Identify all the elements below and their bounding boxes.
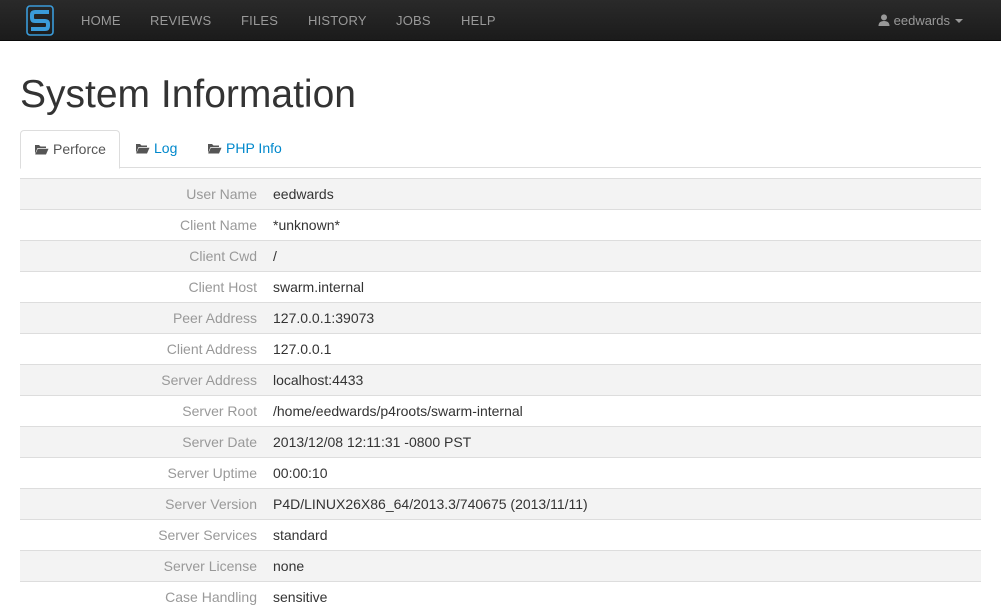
nav-jobs[interactable]: JOBS: [396, 0, 431, 41]
tab-php-info[interactable]: PHP Info: [194, 130, 295, 168]
swarm-logo[interactable]: [26, 5, 54, 36]
tab-label: Perforce: [53, 141, 106, 157]
table-row: Client Name *unknown*: [20, 209, 981, 240]
info-value: standard: [273, 527, 328, 543]
nav-reviews[interactable]: REVIEWS: [150, 0, 211, 41]
tab-bar: Perforce Log PHP Info: [20, 130, 981, 169]
info-label: User Name: [186, 186, 257, 202]
table-row: Server Root/home/eedwards/p4roots/swarm-…: [20, 395, 981, 426]
tab-label: PHP Info: [226, 140, 282, 156]
table-row: Case Handling sensitive: [20, 581, 981, 612]
system-info-table: User Name eedwards Client Name *unknown* Cli…: [20, 178, 981, 612]
tab-log[interactable]: Log: [122, 130, 190, 168]
nav-files[interactable]: FILES: [241, 0, 278, 41]
folder-open-icon: [136, 144, 150, 154]
folder-open-icon: [208, 144, 222, 154]
info-label: Case Handling: [165, 589, 257, 605]
info-value: 00:00:10: [273, 465, 328, 481]
info-label: Server License: [163, 558, 257, 574]
user-menu[interactable]: eedwards: [878, 0, 963, 41]
info-label: Peer Address: [172, 310, 257, 326]
info-value: *unknown*: [273, 217, 340, 233]
table-row: Server Version P4D/LINUX26X86_64/2013.3/7…: [20, 488, 981, 519]
user-name: eedwards: [893, 13, 950, 28]
info-value: localhost:4433: [273, 372, 364, 388]
info-value: sensitive: [273, 589, 328, 605]
table-row: Server Uptime 00:00:10: [20, 457, 981, 488]
info-label: Client Address: [166, 341, 257, 357]
info-value: 127.0.0.1:39073: [273, 310, 375, 326]
table-row: Client Address 127.0.0.1: [20, 333, 981, 364]
info-value: 127.0.0.1: [273, 341, 332, 357]
info-label: Server Address: [161, 372, 257, 388]
info-label: Server Date: [182, 434, 257, 450]
info-value: eedwards: [273, 186, 334, 202]
caret-down-icon: [955, 19, 963, 23]
tab-label: Log: [154, 140, 178, 156]
table-row: Server License none: [20, 550, 981, 581]
folder-open-icon: [35, 145, 49, 155]
table-row: Server Address localhost:4433: [20, 364, 981, 395]
info-label: Client Host: [188, 279, 257, 295]
info-value: 2013/12/08 12:11:31 -0800 PST: [273, 434, 472, 450]
info-value: P4D/LINUX26X86_64/2013.3/740675 (2013/11…: [273, 496, 588, 512]
nav-home[interactable]: HOME: [81, 0, 121, 41]
top-navbar: HOME REVIEWS FILES HISTORY JOBS HELP eed…: [0, 0, 1001, 41]
info-label: Server Version: [165, 496, 257, 512]
info-label: Server Uptime: [167, 465, 257, 481]
info-value: /: [273, 248, 277, 264]
user-icon: [878, 14, 890, 26]
table-row: Server Services standard: [20, 519, 981, 550]
page-title: System Information: [20, 73, 356, 116]
info-value: none: [273, 558, 305, 574]
table-row: User Name eedwards: [20, 178, 981, 209]
info-label: Server Root: [182, 403, 257, 419]
table-row: Peer Address 127.0.0.1:39073: [20, 302, 981, 333]
table-row: Client Cwd /: [20, 240, 981, 271]
info-value: swarm.internal: [273, 279, 365, 295]
table-row: Server Date 2013/12/08 12:11:31 -0800 PST: [20, 426, 981, 457]
nav-history[interactable]: HISTORY: [308, 0, 367, 41]
tab-perforce[interactable]: Perforce: [20, 130, 120, 169]
info-label: Server Services: [158, 527, 257, 543]
table-row: Client Host swarm.internal: [20, 271, 981, 302]
info-value: /home/eedwards/p4roots/swarm-internal: [273, 403, 523, 419]
nav-help[interactable]: HELP: [461, 0, 496, 41]
info-label: Client Cwd: [189, 248, 257, 264]
info-label: Client Name: [179, 217, 257, 233]
